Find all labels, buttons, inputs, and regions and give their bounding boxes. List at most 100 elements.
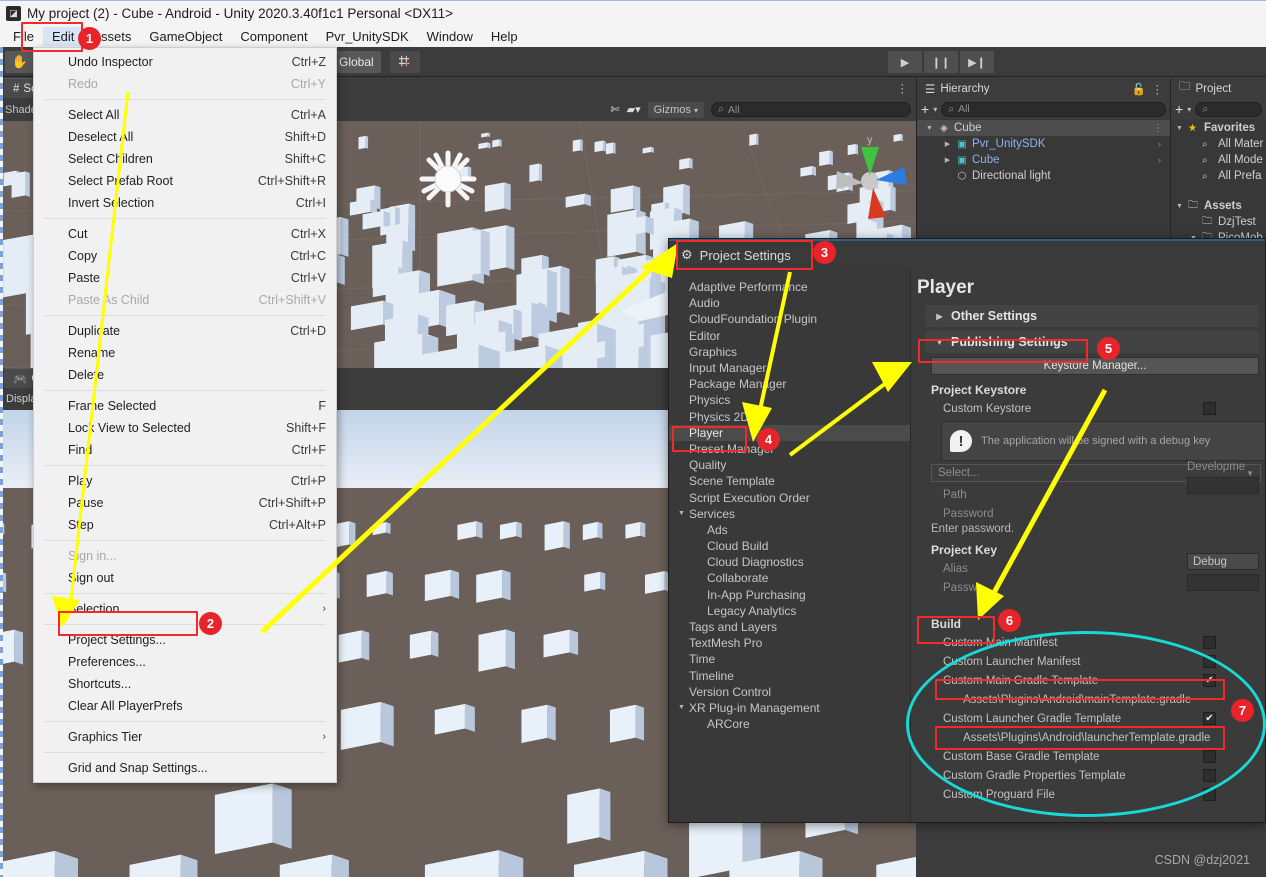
settings-category-version-control[interactable]: Version Control [669, 684, 910, 700]
lock-open-icon[interactable]: 🔓 [1132, 82, 1146, 96]
build-option-custom-main-gradle-template[interactable]: Custom Main Gradle Template ✔ [911, 671, 1265, 690]
edit-menu-item-lock-view-to-selected[interactable]: Lock View to Selected Shift+F [34, 417, 336, 439]
settings-category-services[interactable]: ▼ Services [669, 506, 910, 522]
publishing-settings-foldout[interactable]: ▼ Publishing Settings [925, 331, 1259, 353]
edit-menu-item-delete[interactable]: Delete [34, 364, 336, 386]
settings-category-legacy-analytics[interactable]: Legacy Analytics [669, 603, 910, 619]
chevron-down-icon[interactable]: ▾ [933, 105, 937, 114]
build-option-custom-proguard-file[interactable]: Custom Proguard File [911, 785, 1265, 804]
settings-category-cloud-build[interactable]: Cloud Build [669, 538, 910, 554]
key-password-input[interactable] [1187, 574, 1259, 591]
build-option-custom-launcher-gradle-template[interactable]: Custom Launcher Gradle Template ✔ [911, 709, 1265, 728]
edit-menu-item-duplicate[interactable]: Duplicate Ctrl+D [34, 320, 336, 342]
project-item-all-mater[interactable]: ⌕ All Mater [1171, 136, 1266, 152]
hierarchy-search-input[interactable]: ⌕ All [941, 101, 1166, 117]
edit-menu-item-copy[interactable]: Copy Ctrl+C [34, 245, 336, 267]
edit-menu-item-selection[interactable]: Selection › [34, 598, 336, 620]
settings-category-textmesh-pro[interactable]: TextMesh Pro [669, 635, 910, 651]
edit-menu-item-select-all[interactable]: Select All Ctrl+A [34, 104, 336, 126]
custom-keystore-row[interactable]: Custom Keystore [911, 399, 1265, 418]
kebab-icon[interactable]: ⋮ [1153, 123, 1163, 134]
chevron-right-icon[interactable]: ▶ [943, 156, 952, 164]
settings-category-audio[interactable]: Audio [669, 295, 910, 311]
hierarchy-item-directional-light[interactable]: ⬡ Directional light [917, 168, 1170, 184]
hierarchy-item-cube[interactable]: ▶ ▣ Cube › [917, 152, 1170, 168]
menu-window[interactable]: Window [418, 27, 482, 46]
build-option-checkbox[interactable] [1203, 636, 1216, 649]
edit-menu-item-invert-selection[interactable]: Invert Selection Ctrl+I [34, 192, 336, 214]
settings-category-physics-2d[interactable]: Physics 2D [669, 409, 910, 425]
settings-category-collaborate[interactable]: Collaborate [669, 570, 910, 586]
edit-menu-item-sign-out[interactable]: Sign out [34, 567, 336, 589]
menu-pvr-unitysdk[interactable]: Pvr_UnitySDK [317, 27, 418, 46]
settings-category-script-execution-order[interactable]: Script Execution Order [669, 489, 910, 505]
settings-category-ads[interactable]: Ads [669, 522, 910, 538]
settings-category-input-manager[interactable]: Input Manager [669, 360, 910, 376]
chevron-right-icon[interactable]: › [1158, 155, 1161, 165]
edit-menu-item-graphics-tier[interactable]: Graphics Tier › [34, 726, 336, 748]
build-option-checkbox[interactable] [1203, 655, 1216, 668]
build-option-custom-gradle-properties-template[interactable]: Custom Gradle Properties Template [911, 766, 1265, 785]
edit-menu-item-select-children[interactable]: Select Children Shift+C [34, 148, 336, 170]
settings-category-package-manager[interactable]: Package Manager [669, 376, 910, 392]
hierarchy-item-pvr-unitysdk[interactable]: ▶ ▣ Pvr_UnitySDK › [917, 136, 1170, 152]
edit-menu-item-select-prefab-root[interactable]: Select Prefab Root Ctrl+Shift+R [34, 170, 336, 192]
project-search-input[interactable]: ⌕ [1195, 101, 1262, 117]
edit-menu-item-project-settings[interactable]: Project Settings... [34, 629, 336, 651]
edit-menu-item-cut[interactable]: Cut Ctrl+X [34, 223, 336, 245]
build-option-checkbox[interactable] [1203, 750, 1216, 763]
menu-gameobject[interactable]: GameObject [140, 27, 231, 46]
edit-menu-item-paste[interactable]: Paste Ctrl+V [34, 267, 336, 289]
settings-category-time[interactable]: Time [669, 651, 910, 667]
settings-category-arcore[interactable]: ARCore [669, 716, 910, 732]
play-button[interactable]: ▶ [888, 51, 922, 73]
build-option-checkbox[interactable]: ✔ [1203, 674, 1216, 687]
project-item-all-prefa[interactable]: ⌕ All Prefa [1171, 168, 1266, 184]
edit-menu-item-find[interactable]: Find Ctrl+F [34, 439, 336, 461]
chevron-right-icon[interactable]: ▶ [943, 140, 952, 148]
custom-keystore-checkbox[interactable] [1203, 402, 1216, 415]
menu-component[interactable]: Component [231, 27, 316, 46]
build-option-custom-base-gradle-template[interactable]: Custom Base Gradle Template [911, 747, 1265, 766]
settings-category-editor[interactable]: Editor [669, 328, 910, 344]
build-option-checkbox[interactable] [1203, 788, 1216, 801]
menu-file[interactable]: File [4, 27, 43, 46]
settings-category-timeline[interactable]: Timeline [669, 668, 910, 684]
scene-search-input[interactable]: ⌕ All [711, 102, 911, 117]
hand-tool-button[interactable]: ✋ [5, 50, 35, 73]
settings-category-quality[interactable]: Quality [669, 457, 910, 473]
other-settings-foldout[interactable]: ▶ Other Settings [925, 305, 1259, 327]
settings-category-physics[interactable]: Physics [669, 392, 910, 408]
project-add-button[interactable]: + [1175, 102, 1183, 116]
project-item-favorites[interactable]: ▼ ★ Favorites [1171, 120, 1266, 136]
chevron-down-icon[interactable]: ▼ [925, 125, 934, 132]
edit-menu-item-preferences[interactable]: Preferences... [34, 651, 336, 673]
chevron-down-icon[interactable]: ▼ [677, 704, 686, 711]
settings-category-adaptive-performance[interactable]: Adaptive Performance [669, 279, 910, 295]
edit-menu-item-rename[interactable]: Rename [34, 342, 336, 364]
chevron-down-icon[interactable]: ▼ [677, 510, 686, 517]
pivot-rotation-dropdown[interactable]: Global [332, 50, 381, 73]
keystore-manager-button[interactable]: Keystore Manager... [931, 357, 1259, 375]
build-option-custom-main-manifest[interactable]: Custom Main Manifest [911, 633, 1265, 652]
kebab-icon[interactable]: ⋮ [897, 81, 917, 95]
build-option-custom-launcher-manifest[interactable]: Custom Launcher Manifest [911, 652, 1265, 671]
gizmos-dropdown[interactable]: Gizmos ▾ [647, 101, 704, 118]
alias-value-dropdown[interactable]: Debug [1187, 553, 1259, 570]
hierarchy-item-cube[interactable]: ▼ ◈ Cube ⋮ [917, 120, 1170, 136]
settings-category-scene-template[interactable]: Scene Template [669, 473, 910, 489]
kebab-icon[interactable]: ⋮ [1152, 82, 1164, 96]
edit-menu-item-frame-selected[interactable]: Frame Selected F [34, 395, 336, 417]
step-button[interactable]: ▶❙ [960, 51, 994, 73]
edit-menu-item-undo-inspector[interactable]: Undo Inspector Ctrl+Z [34, 51, 336, 73]
edit-menu-item-clear-all-playerprefs[interactable]: Clear All PlayerPrefs [34, 695, 336, 717]
camera-icon[interactable]: ▰▾ [627, 103, 641, 116]
edit-menu-item-grid-and-snap-settings[interactable]: Grid and Snap Settings... [34, 757, 336, 779]
edit-menu-item-pause[interactable]: Pause Ctrl+Shift+P [34, 492, 336, 514]
development-input[interactable] [1187, 477, 1259, 494]
menu-help[interactable]: Help [482, 27, 527, 46]
settings-category-tags-and-layers[interactable]: Tags and Layers [669, 619, 910, 635]
settings-category-cloud-diagnostics[interactable]: Cloud Diagnostics [669, 554, 910, 570]
pause-button[interactable]: ❙❙ [924, 51, 958, 73]
tab-hierarchy[interactable]: ☰ Hierarchy 🔓 ⋮ [917, 78, 1170, 99]
